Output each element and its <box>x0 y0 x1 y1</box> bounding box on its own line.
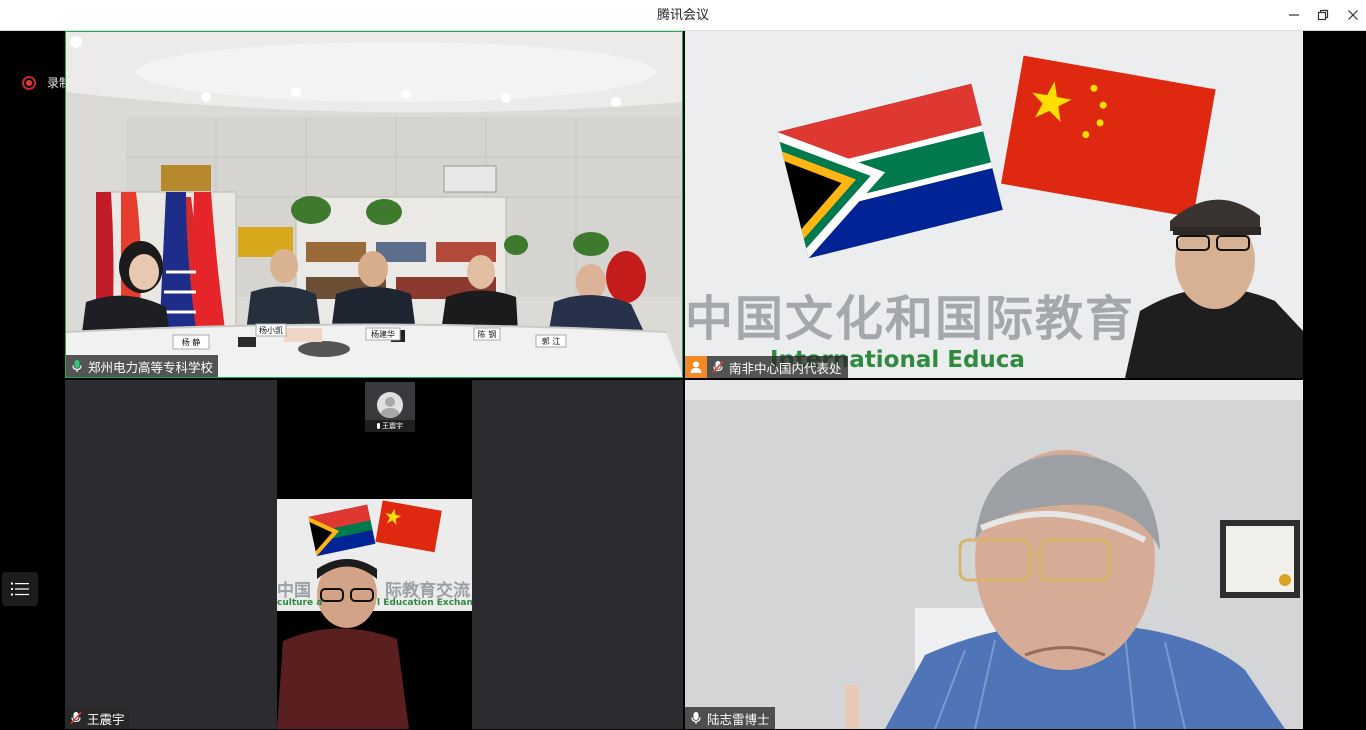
title-bar[interactable]: 腾讯会议 <box>0 0 1366 31</box>
participant-name-tag: 陆志雷博士 <box>685 707 775 729</box>
participant-name-tag: 王震宇 <box>65 707 130 729</box>
portrait-video: 中国 际教育交流 culture a l Education Exchan <box>277 380 473 729</box>
name-card-5: 郭 江 <box>542 336 561 346</box>
name-card-2: 杨小凯 <box>259 325 283 335</box>
restore-icon <box>1317 9 1329 21</box>
restore-button[interactable] <box>1310 4 1336 26</box>
minimize-button[interactable] <box>1281 4 1307 26</box>
record-icon <box>22 75 36 90</box>
meeting-window: 腾讯会议 录制中 杨 静 杨小凯 杨建华 陈 钢 郭 江 郑州电力高等专科学校 … <box>0 0 1366 730</box>
conference-room-video: 杨 静 杨小凯 杨建华 陈 钢 郭 江 <box>66 32 682 377</box>
thumbnail-name: 王震宇 <box>365 420 415 432</box>
left-rail <box>0 31 65 730</box>
portrait-video-frame <box>277 499 472 729</box>
window-title: 腾讯会议 <box>656 8 709 23</box>
backdrop-banner-cn: 中国文化和国际教育 <box>685 291 1136 347</box>
name-card-1: 杨 静 <box>182 337 201 347</box>
name-card-4: 陈 钢 <box>478 329 497 339</box>
list-icon <box>11 582 29 596</box>
name-card-3: 杨建华 <box>371 329 395 339</box>
close-up-video <box>685 380 1303 729</box>
backdrop-small-en: culture a <box>277 598 323 608</box>
video-tile-wangzhenyu[interactable]: 中国 际教育交流 culture a l Education Exchan 王震… <box>65 380 683 729</box>
participant-name-tag: 郑州电力高等专科学校 <box>66 355 219 377</box>
minimize-icon <box>1289 14 1299 16</box>
video-tile-nanfei[interactable]: 中国文化和国际教育 International Educa 南非中心国内代表处 <box>685 31 1303 378</box>
avatar-icon <box>377 392 403 418</box>
mic-on-icon <box>691 712 701 724</box>
close-icon <box>1348 10 1358 20</box>
close-button[interactable] <box>1340 4 1366 26</box>
backdrop-small-en-2: l Education Exchan <box>377 598 473 608</box>
participant-name: 陆志雷博士 <box>707 711 770 727</box>
participant-name: 南非中心国内代表处 <box>729 360 842 376</box>
participant-name: 王震宇 <box>87 711 125 727</box>
mic-on-icon <box>72 360 82 372</box>
mic-muted-icon <box>70 711 82 725</box>
participant-name: 郑州电力高等专科学校 <box>88 359 214 375</box>
video-tile-luzhilei[interactable]: 陆志雷博士 <box>685 380 1303 729</box>
mic-small-icon <box>377 423 380 429</box>
member-list-button[interactable] <box>2 572 38 606</box>
participant-name-tag: 南非中心国内代表处 <box>685 356 848 378</box>
thumbnail-label: 王震宇 <box>382 422 403 430</box>
video-tile-zhengzhou[interactable]: 杨 静 杨小凯 杨建华 陈 钢 郭 江 郑州电力高等专科学校 <box>65 31 683 378</box>
user-icon <box>685 356 707 378</box>
mic-muted-icon <box>712 360 724 374</box>
self-view-thumbnail[interactable]: 王震宇 <box>365 382 415 432</box>
